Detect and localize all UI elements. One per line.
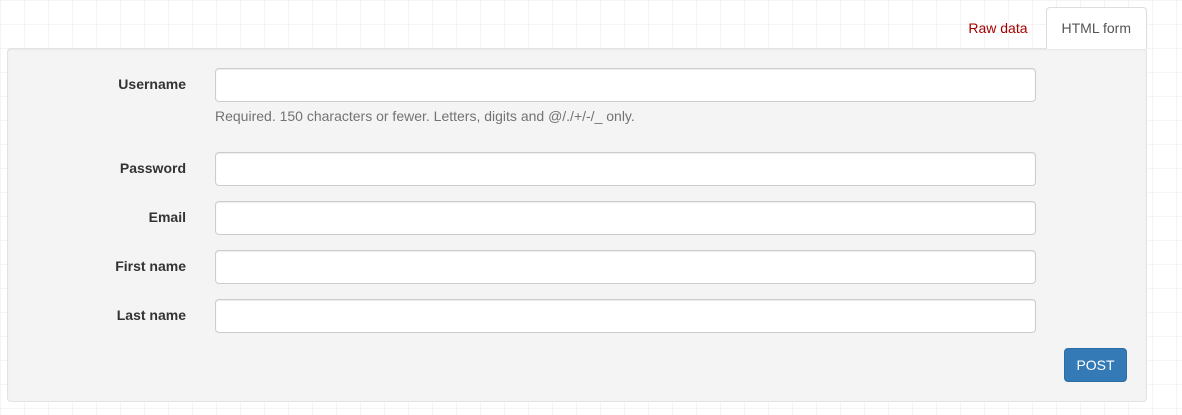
username-help-text: Required. 150 characters or fewer. Lette… (215, 108, 635, 124)
post-button[interactable]: POST (1064, 348, 1127, 382)
form-panel: Username Required. 150 characters or few… (7, 48, 1147, 402)
username-input[interactable] (215, 68, 1036, 102)
last-name-input[interactable] (215, 299, 1036, 333)
tab-html-form[interactable]: HTML form (1045, 7, 1147, 49)
page: Raw data HTML form Username Required. 15… (0, 0, 1182, 415)
tab-raw-data[interactable]: Raw data (952, 7, 1043, 49)
email-label: Email (148, 209, 186, 225)
password-input[interactable] (215, 152, 1036, 186)
email-input[interactable] (215, 201, 1036, 235)
password-label: Password (119, 160, 186, 176)
form-tabs: Raw data HTML form (952, 7, 1147, 49)
username-label: Username (118, 76, 186, 92)
first-name-label: First name (115, 258, 186, 274)
first-name-input[interactable] (215, 250, 1036, 284)
last-name-label: Last name (116, 307, 186, 323)
